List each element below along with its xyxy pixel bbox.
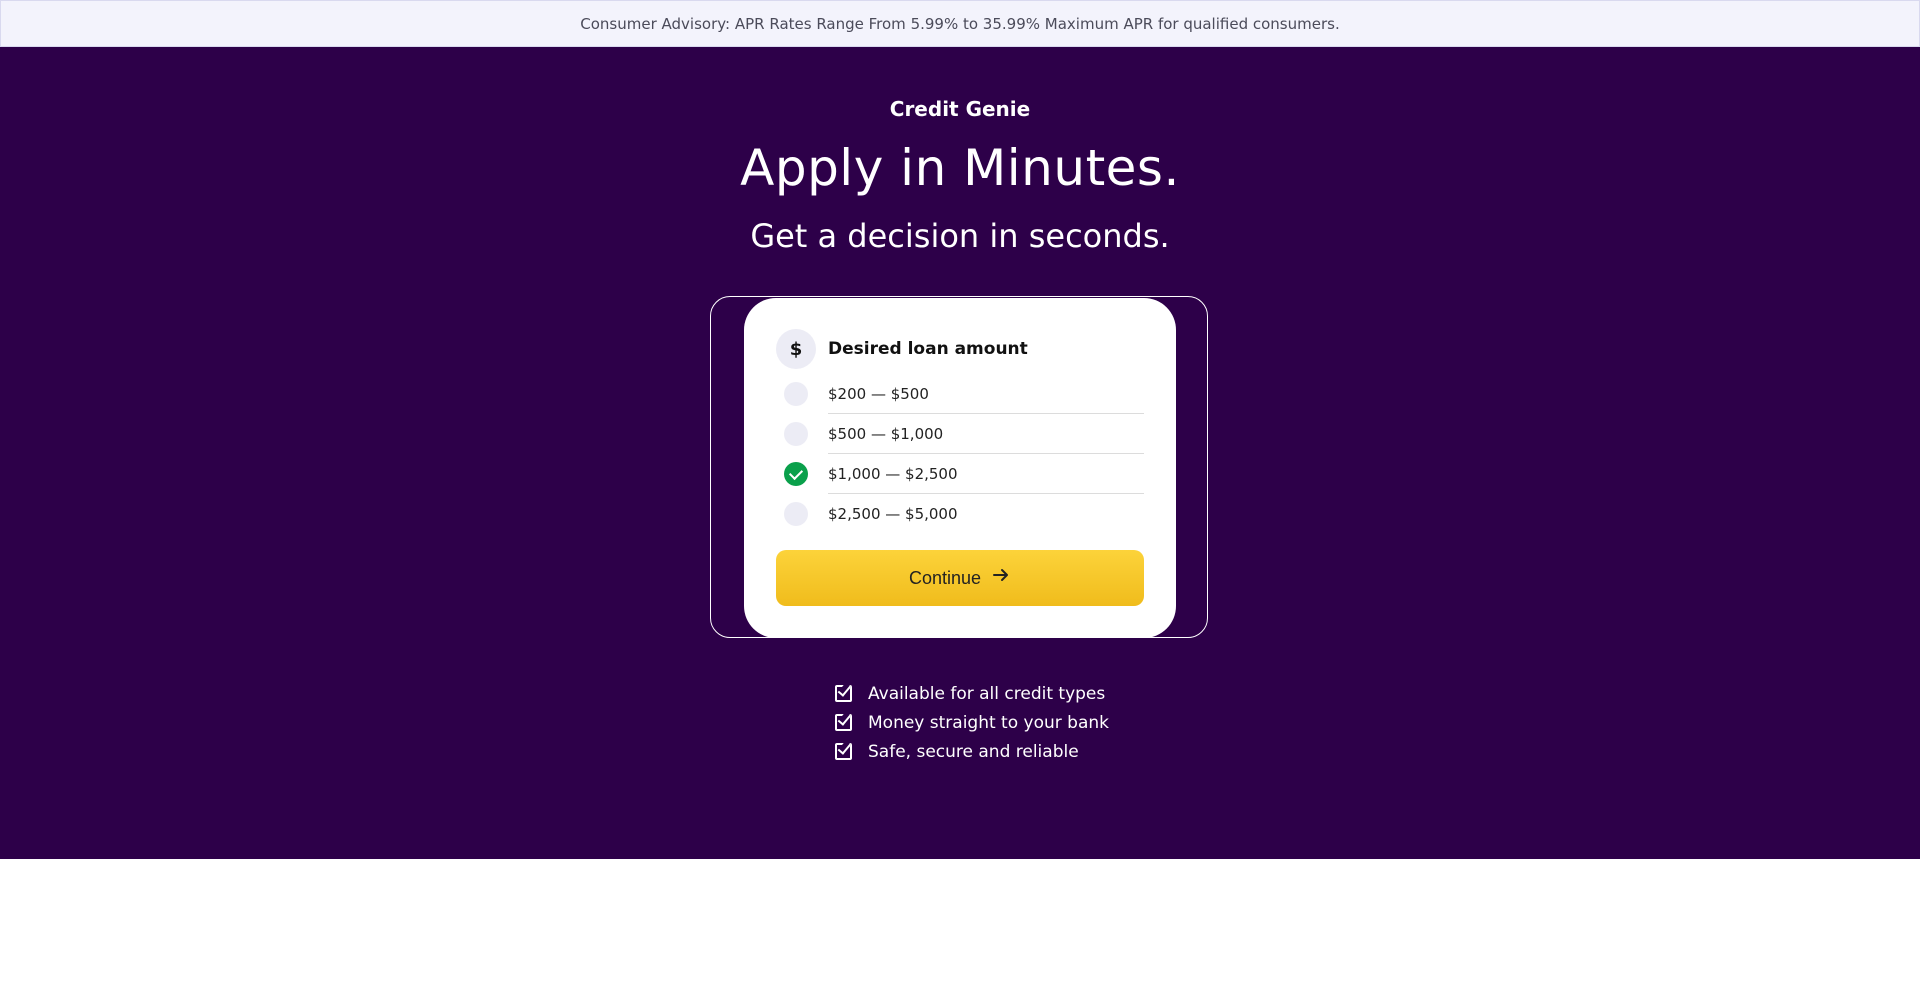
- radio-checked-icon[interactable]: [784, 462, 808, 486]
- radio-icon[interactable]: [784, 422, 808, 446]
- card-header: $ Desired loan amount: [776, 329, 1028, 369]
- card-title: Desired loan amount: [828, 339, 1028, 359]
- benefit-item: Available for all credit types: [835, 679, 1109, 708]
- option-label: $2,500 — $5,000: [828, 505, 958, 523]
- option-label: $500 — $1,000: [828, 425, 944, 443]
- dollar-icon: $: [776, 329, 816, 369]
- benefits-list: Available for all credit types Money str…: [835, 679, 1109, 766]
- checkbox-checked-icon: [835, 685, 852, 702]
- radio-icon[interactable]: [784, 502, 808, 526]
- loan-option-2500-5000[interactable]: $2,500 — $5,000: [776, 494, 1144, 534]
- hero-subheadline: Get a decision in seconds.: [750, 217, 1170, 255]
- consumer-advisory-banner: Consumer Advisory: APR Rates Range From …: [0, 0, 1920, 47]
- loan-option-1000-2500[interactable]: $1,000 — $2,500: [776, 454, 1144, 494]
- arrow-right-icon: [991, 565, 1011, 591]
- continue-button[interactable]: Continue: [776, 550, 1144, 606]
- radio-icon[interactable]: [784, 382, 808, 406]
- brand-name: Credit Genie: [889, 97, 1031, 121]
- loan-option-200-500[interactable]: $200 — $500: [776, 374, 1144, 414]
- option-label: $200 — $500: [828, 385, 929, 403]
- benefit-label: Safe, secure and reliable: [868, 741, 1079, 762]
- loan-amount-options: $200 — $500 $500 — $1,000 $1,000 — $2,50…: [776, 374, 1144, 534]
- loan-amount-card: $ Desired loan amount $200 — $500 $500 —…: [744, 298, 1176, 638]
- benefit-label: Money straight to your bank: [868, 712, 1109, 733]
- continue-label: Continue: [908, 567, 982, 588]
- hero-section: Credit Genie Apply in Minutes. Get a dec…: [0, 47, 1920, 859]
- checkbox-checked-icon: [835, 714, 852, 731]
- option-label: $1,000 — $2,500: [828, 465, 958, 483]
- benefit-label: Available for all credit types: [868, 683, 1106, 704]
- hero-headline: Apply in Minutes.: [740, 139, 1180, 197]
- advisory-text: Consumer Advisory: APR Rates Range From …: [580, 14, 1340, 33]
- checkbox-checked-icon: [835, 743, 852, 760]
- benefit-item: Safe, secure and reliable: [835, 737, 1109, 766]
- loan-option-500-1000[interactable]: $500 — $1,000: [776, 414, 1144, 454]
- benefit-item: Money straight to your bank: [835, 708, 1109, 737]
